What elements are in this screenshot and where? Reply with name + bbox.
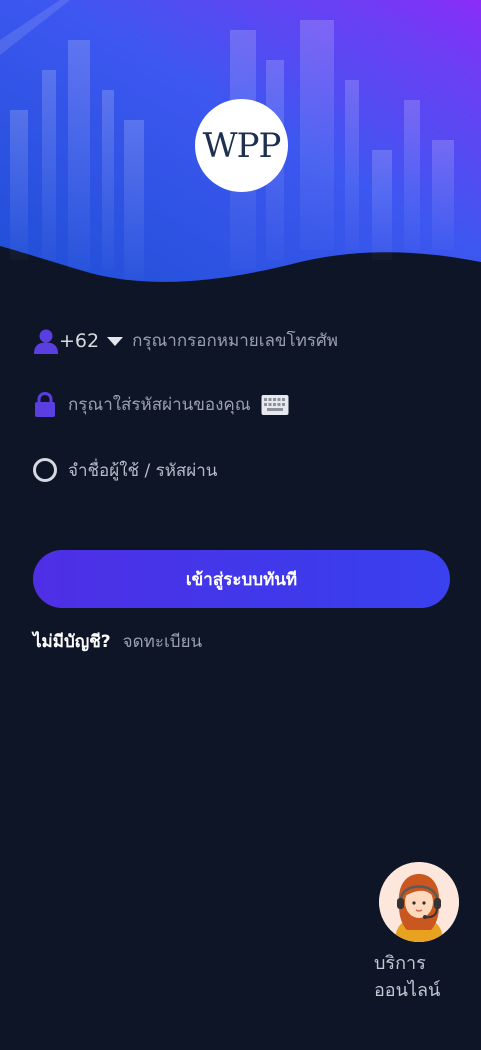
remember-label: จำชื่อผู้ใช้ / รหัสผ่าน [68,460,218,481]
caret-down-icon[interactable] [107,336,124,346]
country-code[interactable]: +62 [59,330,99,352]
remember-radio-icon[interactable] [33,458,57,482]
register-row: ไม่มีบัญชี? จดทะเบียน [33,628,202,655]
support-label[interactable]: บริการ ออนไลน์ [374,950,464,1004]
keyboard-icon[interactable] [261,394,289,416]
register-link[interactable]: จดทะเบียน [123,628,203,655]
phone-row: +62 [33,326,453,356]
support-label-line1: บริการ [374,953,426,974]
password-input[interactable] [68,395,261,415]
hero-banner: WPP [0,0,481,300]
user-icon [33,328,59,354]
no-account-text: ไม่มีบัญชี? [33,632,111,652]
password-row [33,390,453,420]
brand-logo: WPP [195,99,288,192]
support-label-line2: ออนไลน์ [374,980,441,1001]
phone-input[interactable] [132,331,383,351]
remember-row[interactable]: จำชื่อผู้ใช้ / รหัสผ่าน [33,455,453,485]
login-button[interactable]: เข้าสู่ระบบทันที [33,550,450,608]
support-agent-icon[interactable] [379,862,459,942]
lock-icon [33,391,57,418]
